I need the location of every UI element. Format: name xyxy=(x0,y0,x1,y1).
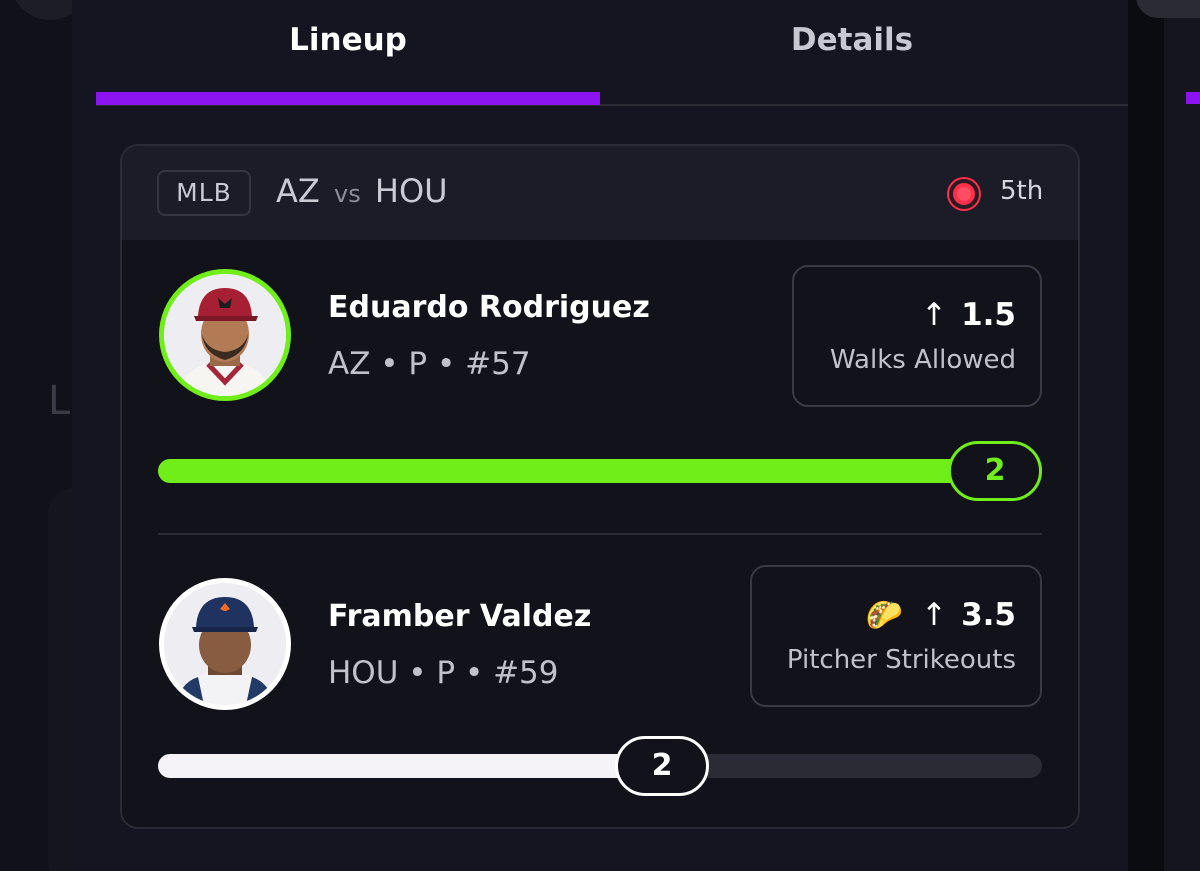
app-screen: L Lineup Details MLB AZ vs HOU 5th Eduar… xyxy=(0,0,1200,871)
prop-box[interactable]: 🌮 ↑ 3.5 Pitcher Strikeouts xyxy=(750,565,1042,707)
arrow-up-icon: ↑ xyxy=(921,297,948,333)
tab-bar: Lineup Details xyxy=(72,0,1128,106)
matchup-card: MLB AZ vs HOU 5th Eduardo Rodriguez AZ •… xyxy=(120,144,1080,829)
vs-label: vs xyxy=(333,180,361,208)
league-badge: MLB xyxy=(157,170,251,216)
prop-line: 3.5 xyxy=(961,597,1016,633)
player-row[interactable]: Framber Valdez HOU • P • #59 🌮 ↑ 3.5 Pitch… xyxy=(122,535,1078,827)
previous-screen-peek: L xyxy=(0,0,108,871)
game-sheet: Lineup Details MLB AZ vs HOU 5th Eduardo… xyxy=(72,0,1128,871)
player-meta: AZ • P • #57 xyxy=(328,346,531,382)
peek-pill xyxy=(1136,0,1200,18)
prop-stat: Walks Allowed xyxy=(830,345,1016,375)
inning-label: 5th xyxy=(1000,176,1044,206)
prop-line-row: 🌮 ↑ 3.5 xyxy=(866,597,1016,633)
prop-line-row: ↑ 1.5 xyxy=(921,297,1016,333)
live-indicator-icon xyxy=(949,179,979,209)
taco-icon: 🌮 xyxy=(865,598,904,633)
peek-text: L xyxy=(48,378,71,424)
active-tab-indicator xyxy=(96,92,600,105)
peek-tab-indicator xyxy=(1186,92,1200,104)
player-avatar xyxy=(159,269,291,401)
prop-line: 1.5 xyxy=(961,297,1016,333)
player-name: Eduardo Rodriguez xyxy=(328,290,650,325)
progress-track: 2 xyxy=(158,441,1042,501)
card-header: MLB AZ vs HOU 5th xyxy=(122,146,1078,240)
player-meta: HOU • P • #59 xyxy=(328,655,559,691)
progress-track: 2 xyxy=(158,736,1042,796)
away-team: AZ xyxy=(276,172,320,210)
peek-panel xyxy=(1164,0,1200,871)
player-avatar xyxy=(159,578,291,710)
progress-knob: 2 xyxy=(948,441,1042,501)
home-team: HOU xyxy=(374,172,448,210)
player-row[interactable]: Eduardo Rodriguez AZ • P • #57 ↑ 1.5 Walk… xyxy=(122,240,1078,533)
progress-fill xyxy=(158,459,998,483)
tab-details[interactable]: Details xyxy=(600,20,1104,60)
next-screen-peek xyxy=(1128,0,1200,871)
prop-stat: Pitcher Strikeouts xyxy=(786,645,1016,675)
tab-lineup[interactable]: Lineup xyxy=(96,20,600,60)
prop-box[interactable]: ↑ 1.5 Walks Allowed xyxy=(792,265,1042,407)
arrow-up-icon: ↑ xyxy=(921,597,948,633)
matchup-title: AZ vs HOU xyxy=(276,172,448,210)
progress-knob: 2 xyxy=(615,736,709,796)
player-name: Framber Valdez xyxy=(328,599,592,634)
progress-fill xyxy=(158,754,662,778)
